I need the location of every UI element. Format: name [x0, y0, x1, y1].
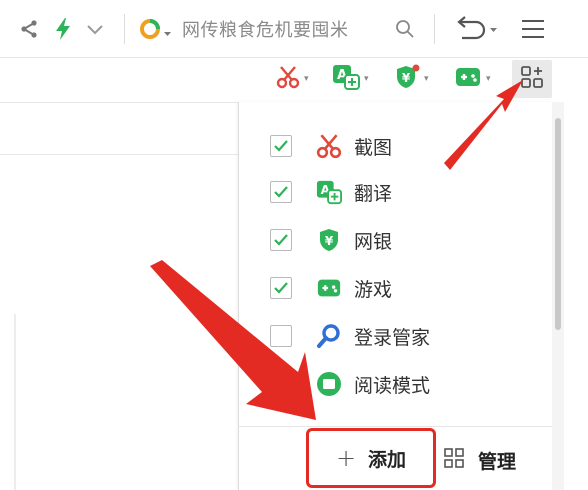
menu-item-translate[interactable]: A 翻译	[238, 168, 552, 216]
page-divider	[0, 154, 238, 155]
menu-item-reading-mode[interactable]: 阅读模式	[238, 360, 552, 408]
add-extension-label: 添加	[368, 448, 407, 471]
menu-icon[interactable]	[516, 0, 550, 58]
chevron-down-icon: ▾	[304, 74, 309, 84]
share-icon[interactable]	[16, 0, 42, 58]
extension-manage-icon	[520, 65, 544, 93]
translate-icon: A	[332, 64, 360, 94]
menu-item-bank[interactable]: ¥ 网银	[238, 216, 552, 264]
extension-game-button[interactable]: ▾	[454, 64, 491, 94]
menu-item-label: 游戏	[354, 278, 393, 301]
checkbox-game[interactable]	[270, 277, 292, 299]
svg-text:¥: ¥	[402, 71, 411, 85]
bank-shield-icon: ¥	[394, 64, 420, 94]
page-divider	[0, 102, 238, 103]
lightning-icon[interactable]	[50, 0, 76, 58]
chevron-down-icon: ▾	[364, 74, 369, 84]
toolbar-separator	[124, 14, 125, 44]
checkbox-bank[interactable]	[270, 229, 292, 251]
scissors-icon	[276, 65, 300, 93]
menu-item-label: 网银	[354, 230, 393, 253]
scissors-icon	[316, 133, 342, 159]
menu-item-label: 登录管家	[354, 326, 431, 349]
page-content-edge	[14, 314, 16, 490]
panel-scrollbar-thumb[interactable]	[555, 118, 561, 330]
extension-bank-button[interactable]: ¥ ▾	[394, 64, 429, 94]
add-extension-button[interactable]: + 添加	[306, 428, 436, 488]
reading-mode-icon	[316, 371, 342, 397]
chevron-down-icon: ▾	[424, 74, 429, 84]
translate-icon: A	[316, 179, 342, 205]
svg-text:¥: ¥	[325, 234, 334, 248]
menu-item-login-manager[interactable]: 登录管家	[238, 312, 552, 360]
manage-extensions-label: 管理	[478, 450, 517, 473]
bank-shield-icon: ¥	[316, 227, 342, 253]
checkbox-login-manager[interactable]	[270, 325, 292, 347]
checkbox-screenshot[interactable]	[270, 135, 292, 157]
menu-item-screenshot[interactable]: 截图	[238, 122, 552, 170]
plus-icon: +	[335, 444, 357, 472]
undo-icon[interactable]	[452, 0, 502, 58]
search-engine-icon[interactable]	[136, 0, 176, 58]
menu-item-label: 截图	[354, 136, 393, 159]
extension-screenshot-button[interactable]: ▾	[276, 64, 309, 94]
chevron-down-icon: ▾	[486, 74, 491, 84]
gamepad-icon	[316, 275, 342, 301]
menu-item-game[interactable]: 游戏	[238, 264, 552, 312]
panel-divider	[238, 426, 552, 427]
chevron-down-icon[interactable]	[82, 0, 108, 58]
toolbar-separator	[434, 14, 435, 44]
menu-item-label: 阅读模式	[354, 374, 431, 397]
extension-manage-button[interactable]	[512, 60, 552, 98]
search-icon[interactable]	[392, 0, 418, 58]
search-input[interactable]: 网传粮食危机要囤米	[182, 16, 349, 42]
key-search-icon	[316, 323, 342, 349]
extension-translate-button[interactable]: A ▾	[332, 64, 369, 94]
address-toolbar: 网传粮食危机要囤米	[0, 0, 588, 58]
gamepad-icon	[454, 65, 482, 93]
grid-icon	[444, 448, 464, 472]
checkbox-translate[interactable]	[270, 181, 292, 203]
manage-extensions-button[interactable]: 管理	[444, 440, 544, 480]
menu-item-label: 翻译	[354, 182, 393, 205]
